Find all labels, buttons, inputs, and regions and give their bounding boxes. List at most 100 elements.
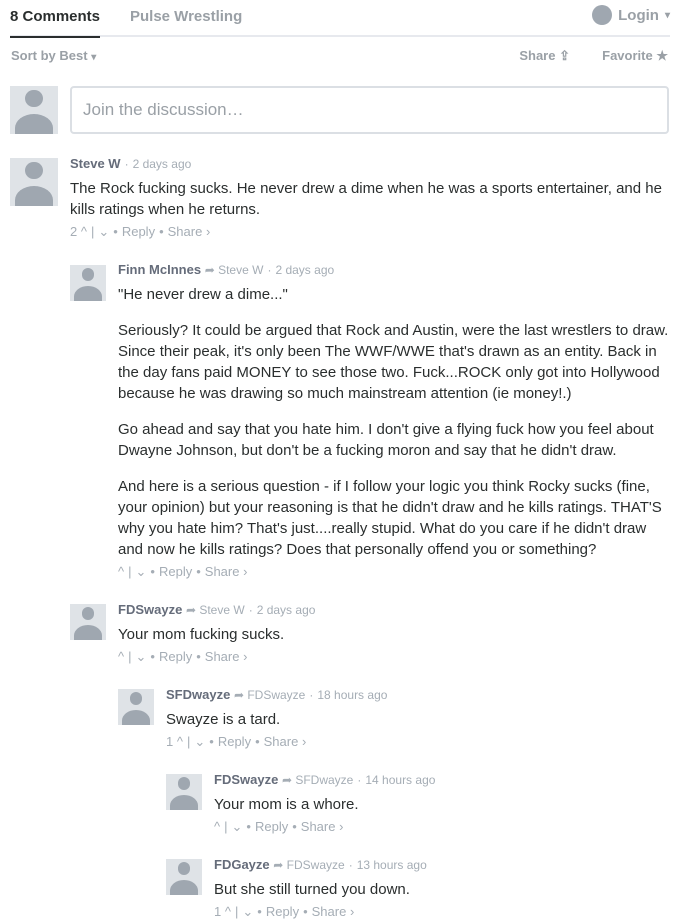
share-thread-button[interactable]: Share ⇪	[519, 48, 570, 64]
avatar[interactable]	[166, 859, 202, 895]
comment-meta: SFDwayze ➦ FDSwayze · 18 hours ago	[166, 687, 669, 705]
comment: FDSwayze ➦ Steve W · 2 days ago Your mom fu…	[118, 602, 669, 667]
comment-timestamp[interactable]: 2 days ago	[257, 603, 316, 617]
comment-author[interactable]: FDGayze	[214, 857, 270, 872]
downvote-icon[interactable]: ⌄	[232, 819, 243, 834]
comment-meta: Steve W · 2 days ago	[70, 156, 669, 174]
vote-count: 1	[214, 904, 222, 919]
chevron-right-icon: ›	[301, 734, 307, 749]
comment-timestamp[interactable]: 14 hours ago	[365, 773, 435, 787]
comment: FDSwayze ➦ SFDwayze · 14 hours ago Your mom…	[214, 772, 669, 837]
comment-author[interactable]: Steve W	[70, 156, 121, 171]
comment-author[interactable]: FDSwayze	[118, 602, 182, 617]
parent-author: FDSwayze	[286, 858, 345, 872]
comment-meta: FDGayze ➦ FDSwayze · 13 hours ago	[214, 857, 669, 875]
reply-button[interactable]: Reply	[255, 819, 288, 834]
comment-paragraph: "He never drew a dime..."	[118, 286, 288, 303]
comment-body: The Rock fucking sucks. He never drew a …	[70, 178, 669, 220]
comment-body: But she still turned you down.	[214, 879, 669, 900]
reply-button[interactable]: Reply	[159, 564, 192, 579]
share-comment-button[interactable]: Share ›	[205, 649, 248, 664]
tab-comments[interactable]: 8 Comments	[10, 8, 101, 38]
share-comment-button[interactable]: Share ›	[205, 564, 248, 579]
comment: Finn McInnes ➦ Steve W · 2 days ago "He nev…	[118, 262, 669, 582]
reply-to-link[interactable]: ➦ Steve W	[205, 263, 264, 277]
upvote-icon[interactable]: ^	[118, 649, 124, 664]
upvote-icon[interactable]: ^	[225, 904, 231, 919]
comment-paragraph: And here is a serious question - if I fo…	[118, 478, 662, 558]
comment-actions: ^ | ⌄ • Reply • Share ›	[118, 564, 248, 579]
comment-meta: Finn McInnes ➦ Steve W · 2 days ago	[118, 262, 669, 280]
share-comment-button[interactable]: Share ›	[312, 904, 355, 919]
downvote-icon[interactable]: ⌄	[98, 224, 109, 239]
favorite-button[interactable]: Favorite ★	[602, 48, 668, 64]
avatar[interactable]	[10, 158, 58, 206]
parent-author: Steve W	[218, 263, 264, 277]
comment-body: Your mom is a whore.	[214, 794, 669, 815]
comment-timestamp[interactable]: 2 days ago	[275, 263, 334, 277]
comment-paragraph: The Rock fucking sucks. He never drew a …	[70, 180, 662, 218]
top-nav: 8 Comments Pulse Wrestling Login ▾	[10, 0, 670, 38]
comment-timestamp[interactable]: 2 days ago	[133, 157, 192, 171]
upvote-icon[interactable]: ^	[118, 564, 124, 579]
reply-button[interactable]: Reply	[218, 734, 251, 749]
reply-to-link[interactable]: ➦ FDSwayze	[234, 688, 305, 702]
reply-button[interactable]: Reply	[266, 904, 299, 919]
separator-dot: ·	[309, 688, 314, 702]
upvote-icon[interactable]: ^	[81, 224, 87, 239]
upvote-icon[interactable]: ^	[214, 819, 220, 834]
arrow-icon: ➦	[273, 858, 284, 872]
sort-label: Sort by Best	[11, 48, 88, 63]
share-comment-button[interactable]: Share ›	[301, 819, 344, 834]
comment-actions: 1 ^ | ⌄ • Reply • Share ›	[214, 904, 355, 919]
share-label: Share	[204, 564, 240, 579]
avatar[interactable]	[70, 265, 106, 301]
login-button[interactable]: Login ▾	[592, 5, 670, 25]
downvote-icon[interactable]: ⌄	[242, 904, 253, 919]
upvote-icon[interactable]: ^	[177, 734, 183, 749]
reply-to-link[interactable]: ➦ SFDwayze	[282, 773, 353, 787]
share-label: Share	[519, 48, 556, 63]
favorite-label: Favorite	[602, 48, 653, 63]
separator-dot: ·	[357, 773, 362, 787]
tab-community[interactable]: Pulse Wrestling	[130, 8, 242, 25]
comment-actions: ^ | ⌄ • Reply • Share ›	[214, 819, 344, 834]
comment-paragraph: Your mom is a whore.	[214, 796, 359, 813]
arrow-icon: ➦	[185, 603, 196, 617]
parent-author: SFDwayze	[295, 773, 354, 787]
comment-paragraph: Your mom fucking sucks.	[118, 626, 285, 643]
downvote-icon[interactable]: ⌄	[194, 734, 205, 749]
vote-count: 1	[166, 734, 174, 749]
share-label: Share	[167, 224, 203, 239]
comment-author[interactable]: Finn McInnes	[118, 262, 201, 277]
reply-button[interactable]: Reply	[159, 649, 192, 664]
avatar[interactable]	[166, 774, 202, 810]
arrow-icon: ➦	[204, 263, 215, 277]
avatar[interactable]	[70, 604, 106, 640]
comment-timestamp[interactable]: 18 hours ago	[317, 688, 387, 702]
comment-author[interactable]: SFDwayze	[166, 687, 230, 702]
arrow-icon: ➦	[281, 773, 292, 787]
separator-dot: ·	[348, 858, 353, 872]
share-label: Share	[204, 649, 240, 664]
join-discussion-input[interactable]: Join the discussion…	[70, 86, 669, 134]
reply-button[interactable]: Reply	[122, 224, 155, 239]
comment-body: Swayze is a tard.	[166, 709, 669, 730]
reply-to-link[interactable]: ➦ FDSwayze	[273, 858, 344, 872]
sort-dropdown[interactable]: Sort by Best ▾	[11, 48, 96, 63]
comment-author[interactable]: FDSwayze	[214, 772, 278, 787]
login-label: Login	[618, 6, 659, 24]
comment-actions: 2 ^ | ⌄ • Reply • Share ›	[70, 224, 211, 239]
downvote-icon[interactable]: ⌄	[136, 564, 147, 579]
comment-paragraph: Swayze is a tard.	[166, 711, 281, 728]
reply-to-link[interactable]: ➦ Steve W	[186, 603, 245, 617]
sort-bar: Sort by Best ▾ Share ⇪ Favorite ★	[11, 46, 670, 66]
parent-author: FDSwayze	[247, 688, 306, 702]
avatar[interactable]	[118, 689, 154, 725]
share-comment-button[interactable]: Share ›	[168, 224, 211, 239]
comment-timestamp[interactable]: 13 hours ago	[357, 858, 427, 872]
downvote-icon[interactable]: ⌄	[136, 649, 147, 664]
separator-dot: ·	[248, 603, 253, 617]
comment-meta: FDSwayze ➦ Steve W · 2 days ago	[118, 602, 669, 620]
share-comment-button[interactable]: Share ›	[264, 734, 307, 749]
